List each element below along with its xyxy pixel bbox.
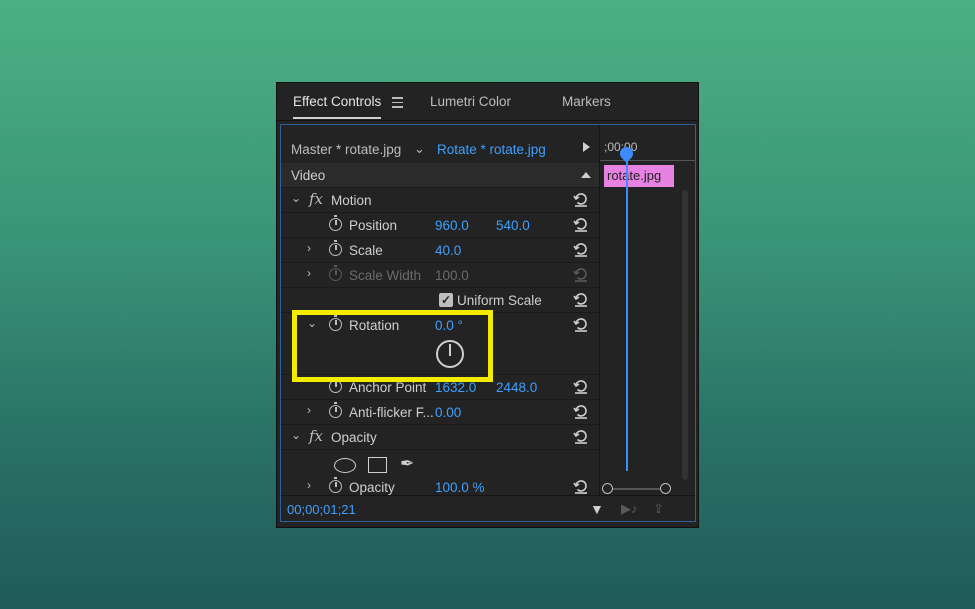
panel-footer: 00;00;01;21 ▼ ▶♪ ⇪	[281, 495, 695, 521]
reset-icon[interactable]	[573, 291, 589, 307]
collapse-up-icon[interactable]	[581, 172, 591, 178]
uniform-scale-checkbox[interactable]: ✓	[439, 293, 453, 307]
effect-timeline: ;00:00 rotate.jpg	[599, 125, 696, 495]
motion-effect-row[interactable]: ⌄ fx Motion	[281, 188, 599, 213]
reset-icon[interactable]	[573, 191, 589, 207]
zoom-end-handle[interactable]	[660, 483, 671, 494]
opacity-value-label: Opacity	[349, 480, 395, 495]
anchor-point-y-value[interactable]: 2448.0	[496, 380, 537, 395]
reset-icon[interactable]	[573, 316, 589, 332]
scale-value[interactable]: 40.0	[435, 243, 461, 258]
scale-width-value: 100.0	[435, 268, 469, 283]
mask-tools-row	[281, 450, 599, 475]
sequence-clip-label[interactable]: Rotate * rotate.jpg	[437, 142, 546, 157]
reset-icon[interactable]	[573, 478, 589, 494]
scale-label: Scale	[349, 243, 383, 258]
chevron-right-icon[interactable]: ›	[307, 241, 311, 255]
video-label: Video	[291, 168, 326, 183]
anti-flicker-value[interactable]: 0.00	[435, 405, 461, 420]
chevron-right-icon[interactable]: ›	[307, 266, 311, 280]
current-timecode[interactable]: 00;00;01;21	[287, 502, 356, 517]
scale-width-label: Scale Width	[349, 268, 422, 283]
stopwatch-icon	[329, 265, 342, 281]
active-tab-indicator	[293, 117, 381, 119]
position-label: Position	[349, 218, 398, 233]
filter-icon[interactable]: ▼	[590, 501, 604, 517]
video-section-header: Video	[281, 163, 599, 188]
anchor-point-label: Anchor Point	[349, 380, 427, 395]
time-ruler[interactable]	[600, 155, 696, 161]
reset-icon[interactable]	[573, 378, 589, 394]
chevron-down-icon[interactable]: ⌄	[414, 141, 425, 157]
fx-icon[interactable]: fx	[309, 427, 323, 445]
opacity-effect-row[interactable]: ⌄ fx Opacity	[281, 425, 599, 450]
chevron-down-icon[interactable]: ⌄	[291, 428, 301, 442]
chevron-down-icon[interactable]: ⌄	[291, 191, 301, 205]
play-icon[interactable]	[583, 142, 590, 152]
timeline-clip[interactable]: rotate.jpg	[604, 165, 674, 187]
stopwatch-icon[interactable]	[329, 215, 342, 231]
reset-icon[interactable]	[573, 428, 589, 444]
anti-flicker-label: Anti-flicker F...	[349, 405, 434, 420]
position-x-value[interactable]: 960.0	[435, 218, 469, 233]
tab-lumetri-color[interactable]: Lumetri Color	[430, 94, 511, 109]
ellipse-mask-icon[interactable]	[334, 458, 356, 473]
opacity-label: Opacity	[331, 430, 377, 445]
zoom-start-handle[interactable]	[602, 483, 613, 494]
stopwatch-icon[interactable]	[329, 240, 342, 256]
chevron-right-icon[interactable]: ›	[307, 403, 311, 417]
pen-mask-icon[interactable]: ✒	[400, 454, 414, 474]
master-clip-label[interactable]: Master * rotate.jpg	[291, 142, 401, 157]
scale-row: › Scale 40.0	[281, 238, 599, 263]
reset-icon[interactable]	[573, 241, 589, 257]
reset-icon[interactable]	[573, 403, 589, 419]
position-y-value[interactable]: 540.0	[496, 218, 530, 233]
reset-icon[interactable]	[573, 216, 589, 232]
panel-menu-icon[interactable]	[392, 97, 403, 111]
stopwatch-icon[interactable]	[329, 402, 342, 418]
chevron-right-icon[interactable]: ›	[307, 478, 311, 492]
fx-icon[interactable]: fx	[309, 190, 323, 208]
export-icon: ⇪	[653, 501, 664, 516]
scale-width-row: › Scale Width 100.0	[281, 263, 599, 288]
anchor-point-x-value[interactable]: 1632.0	[435, 380, 476, 395]
opacity-value[interactable]: 100.0 %	[435, 480, 485, 495]
position-row: Position 960.0 540.0	[281, 213, 599, 238]
opacity-row: › Opacity 100.0 %	[281, 475, 599, 495]
rotation-highlight-box	[292, 310, 493, 382]
uniform-scale-label: Uniform Scale	[457, 293, 542, 308]
vertical-scrollbar[interactable]	[682, 190, 688, 480]
tab-markers[interactable]: Markers	[562, 94, 611, 109]
zoom-bar[interactable]	[606, 488, 666, 490]
tab-effect-controls[interactable]: Effect Controls	[293, 94, 381, 109]
reset-icon	[573, 266, 589, 282]
audio-icon: ▶♪	[621, 501, 638, 516]
anti-flicker-row: › Anti-flicker F... 0.00	[281, 400, 599, 425]
rectangle-mask-icon[interactable]	[368, 457, 387, 473]
clip-selector-bar: Master * rotate.jpg ⌄ Rotate * rotate.jp…	[287, 135, 599, 163]
panel-tabs: Effect Controls Lumetri Color Markers	[277, 83, 698, 121]
stopwatch-icon[interactable]	[329, 477, 342, 493]
playhead-line[interactable]	[626, 151, 628, 471]
motion-label: Motion	[331, 193, 372, 208]
